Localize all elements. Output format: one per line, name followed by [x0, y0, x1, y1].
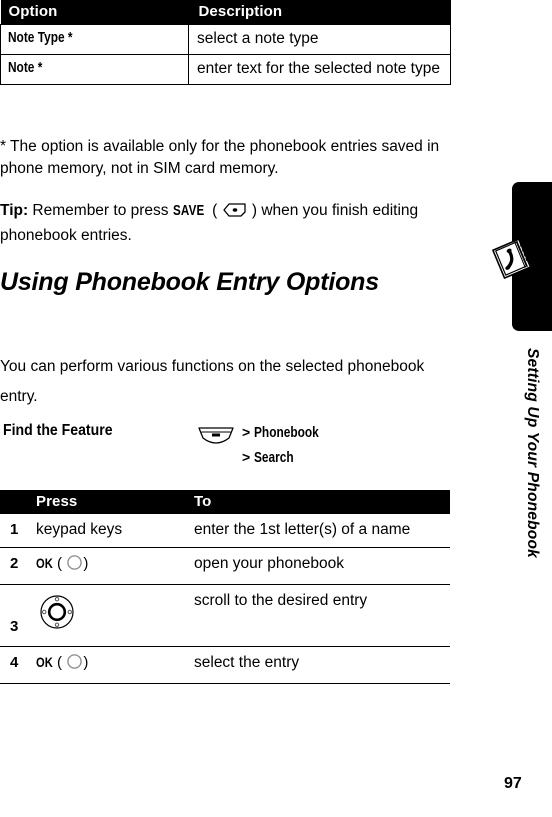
ok-key-circle-icon: [66, 554, 83, 576]
ok-key-circle-icon: [66, 653, 83, 675]
step-number: 3: [0, 584, 36, 647]
step-press: [36, 584, 192, 647]
step-to: enter the 1st letter(s) of a name: [192, 514, 450, 548]
path-separator: >: [242, 424, 251, 440]
find-the-feature-label: Find the Feature: [3, 422, 113, 439]
options-table-header-row: Option Description: [0, 0, 451, 25]
step-press: keypad keys: [36, 514, 192, 548]
column-header-description: Description: [188, 0, 451, 25]
steps-table: Press To 1 keypad keys enter the 1st let…: [0, 490, 450, 684]
softkey-right-icon: [222, 202, 248, 225]
table-row: Note * enter text for the selected note …: [0, 54, 451, 85]
step-press: OK( ): [36, 547, 192, 585]
table-row: Note Type * select a note type: [0, 24, 451, 55]
path-step-label: Phonebook: [254, 425, 319, 441]
menu-path-step: > Phonebook: [242, 420, 333, 445]
option-description: enter text for the selected note type: [188, 54, 451, 85]
page-content: Option Description Note Type * select a …: [0, 0, 460, 817]
section-intro-text: You can perform various functions on the…: [0, 358, 425, 405]
step-to: select the entry: [192, 646, 450, 684]
tip-label: Tip:: [0, 202, 29, 219]
find-the-feature-path: > Phonebook > Search: [242, 420, 333, 470]
tip-paragraph: Tip: Remember to press SAVE( ) when you …: [0, 200, 456, 246]
step-number: 4: [0, 646, 36, 684]
option-description: select a note type: [188, 24, 451, 55]
footnote-text: * The option is available only for the p…: [0, 138, 440, 177]
table-row: 2 OK( ) open your phonebook: [0, 547, 450, 585]
column-header-number: [0, 490, 36, 514]
column-header-option: Option: [0, 0, 189, 25]
table-row: 1 keypad keys enter the 1st letter(s) of…: [0, 514, 450, 548]
step-to: open your phonebook: [192, 547, 450, 585]
tip-open-paren: (: [212, 202, 218, 219]
step-to: scroll to the desired entry: [192, 584, 450, 647]
step-press: OK( ): [36, 646, 192, 684]
table-row: 4 OK( ) select the entry: [0, 646, 450, 684]
path-step-label: Search: [254, 450, 294, 466]
ok-key-label: OK: [36, 555, 53, 571]
tip-key-label: SAVE: [172, 203, 205, 219]
sidebar-section-title: Setting Up Your Phonebook: [524, 348, 541, 558]
option-name: Note Type *: [0, 24, 156, 55]
page-title: Using Phonebook Entry Options: [0, 268, 379, 296]
step-number: 1: [0, 514, 36, 548]
column-header-to: To: [192, 490, 450, 514]
table-row: 3 scroll to the desired entry: [0, 584, 450, 647]
page-number: 97: [504, 775, 522, 792]
phonebook-book-icon: [486, 232, 538, 284]
ok-key-label: OK: [36, 654, 53, 670]
options-table: Option Description Note Type * select a …: [0, 0, 451, 85]
column-header-press: Press: [36, 490, 192, 514]
option-name: Note *: [0, 54, 156, 85]
menu-path-step: > Search: [242, 445, 333, 470]
menu-key-icon: [196, 426, 236, 453]
step-number: 2: [0, 547, 36, 585]
navigation-dpad-icon: [36, 591, 78, 638]
path-separator: >: [242, 449, 251, 465]
tip-text-before: Remember to press: [28, 202, 173, 219]
steps-table-header-row: Press To: [0, 490, 450, 514]
